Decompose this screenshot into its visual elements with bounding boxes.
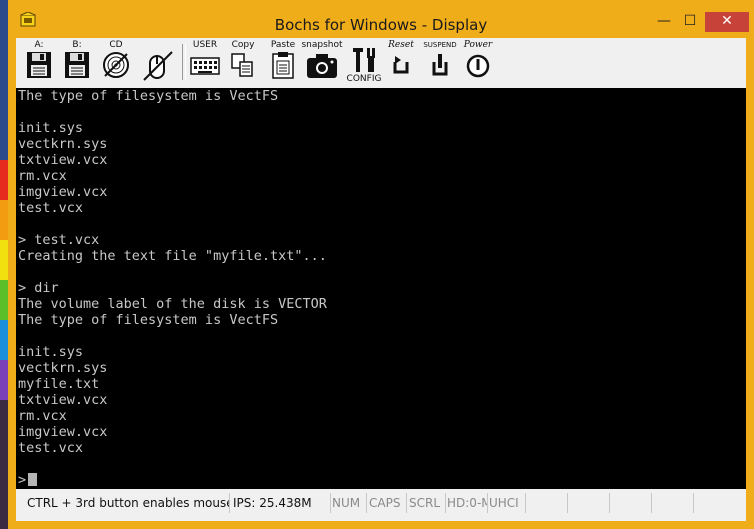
- cdrom-label: CD: [109, 40, 123, 50]
- suspend-label: SUSPEND: [423, 41, 457, 49]
- power-button[interactable]: Power: [460, 40, 496, 84]
- copy-icon: [231, 53, 253, 77]
- config-button[interactable]: CONFIG: [346, 40, 382, 84]
- paste-clipboard-icon: [272, 52, 294, 79]
- cdrom-disc-icon: [103, 52, 129, 78]
- terminal-line: rm.vcx: [18, 408, 67, 424]
- reset-label: Reset: [388, 40, 414, 50]
- terminal-line: Creating the text file "myfile.txt"...: [18, 248, 327, 264]
- reset-icon: [393, 56, 409, 74]
- prompt-symbol: >: [18, 472, 27, 488]
- mouse-hint-status: CTRL + 3rd button enables mouse: [22, 493, 230, 513]
- copy-label: Copy: [231, 40, 255, 50]
- desktop-edge-segment: [0, 320, 8, 360]
- reset-button[interactable]: Reset: [384, 40, 418, 84]
- desktop-edge-segment: [0, 280, 8, 320]
- status-empty-cell: [606, 493, 652, 513]
- minimize-button[interactable]: —: [653, 12, 675, 32]
- terminal-line: > test.vcx: [18, 232, 100, 248]
- status-empty-cell: [648, 493, 694, 513]
- floppy-icon: [65, 52, 89, 78]
- desktop-edge-segment: [0, 400, 8, 529]
- caps-lock-indicator: CAPS: [364, 493, 407, 513]
- text-cursor: [28, 473, 38, 486]
- terminal-line: rm.vcx: [18, 168, 67, 184]
- user-button[interactable]: USER: [188, 40, 222, 84]
- toolbar: A: B: CD USER Copy Paste snapshot CONFIG…: [16, 38, 746, 88]
- camera-icon: [307, 54, 337, 78]
- terminal-line: The type of filesystem is VectFS: [18, 88, 279, 104]
- close-button[interactable]: ✕: [705, 12, 749, 32]
- terminal-line: txtview.vcx: [18, 152, 108, 168]
- config-tools-icon: [353, 48, 375, 72]
- status-empty-cell: [564, 493, 610, 513]
- maximize-button[interactable]: ☐: [679, 12, 701, 32]
- floppy-icon: [27, 52, 51, 78]
- floppy-b-label: B:: [72, 40, 82, 50]
- desktop-edge-segment: [0, 200, 8, 240]
- terminal-line: test.vcx: [18, 200, 84, 216]
- floppy-a-label: A:: [34, 40, 44, 50]
- title-bar[interactable]: Bochs for Windows - Display — ☐ ✕: [8, 0, 754, 38]
- status-empty-cell: [690, 493, 735, 513]
- mouse-disabled-icon: [143, 51, 173, 81]
- paste-button[interactable]: Paste: [266, 40, 300, 84]
- command-prompt: >: [18, 472, 38, 488]
- window-title: Bochs for Windows - Display: [274, 16, 488, 34]
- num-lock-indicator: NUM: [327, 493, 367, 513]
- terminal-line: The volume label of the disk is VECTOR: [18, 296, 327, 312]
- desktop-edge-segment: [0, 160, 8, 200]
- power-icon: [466, 54, 490, 78]
- hd-activity-indicator: HD:0-M: [442, 493, 488, 513]
- terminal-line: vectkrn.sys: [18, 360, 108, 376]
- bochs-window: Bochs for Windows - Display — ☐ ✕ A: B:: [8, 0, 754, 529]
- desktop-edge-segment: [0, 360, 8, 400]
- terminal-line: myfile.txt: [18, 376, 100, 392]
- terminal-line: init.sys: [18, 120, 84, 136]
- scroll-lock-indicator: SCRL: [404, 493, 446, 513]
- cdrom-button[interactable]: CD: [99, 40, 133, 84]
- floppy-a-button[interactable]: A:: [22, 40, 56, 84]
- power-label: Power: [463, 40, 493, 50]
- suspend-button[interactable]: SUSPEND: [422, 40, 458, 84]
- user-label: USER: [192, 40, 218, 50]
- terminal-line: test.vcx: [18, 440, 84, 456]
- mouse-toggle-button[interactable]: [140, 40, 176, 84]
- desktop-edge: [0, 0, 8, 529]
- ips-status: IPS: 25.438M: [228, 493, 331, 513]
- paste-label: Paste: [270, 40, 296, 50]
- desktop-edge-segment: [0, 0, 8, 160]
- terminal-line: imgview.vcx: [18, 424, 108, 440]
- desktop-edge-segment: [0, 240, 8, 280]
- suspend-icon: [432, 54, 448, 76]
- copy-button[interactable]: Copy: [226, 40, 260, 84]
- status-empty-cell: [522, 493, 568, 513]
- toolbar-separator: [182, 44, 186, 80]
- terminal-line: vectkrn.sys: [18, 136, 108, 152]
- terminal-line: init.sys: [18, 344, 84, 360]
- uhci-indicator: UHCI: [484, 493, 526, 513]
- status-bar: CTRL + 3rd button enables mouse IPS: 25.…: [16, 489, 746, 521]
- terminal-line: imgview.vcx: [18, 184, 108, 200]
- snapshot-label: snapshot: [301, 40, 343, 50]
- terminal-line: > dir: [18, 280, 59, 296]
- keyboard-icon: [190, 57, 220, 75]
- floppy-b-button[interactable]: B:: [60, 40, 94, 84]
- config-label: CONFIG: [346, 74, 382, 84]
- terminal-line: txtview.vcx: [18, 392, 108, 408]
- emulator-display[interactable]: The type of filesystem is VectFS init.sy…: [16, 88, 746, 489]
- snapshot-button[interactable]: snapshot: [301, 40, 343, 84]
- terminal-line: The type of filesystem is VectFS: [18, 312, 279, 328]
